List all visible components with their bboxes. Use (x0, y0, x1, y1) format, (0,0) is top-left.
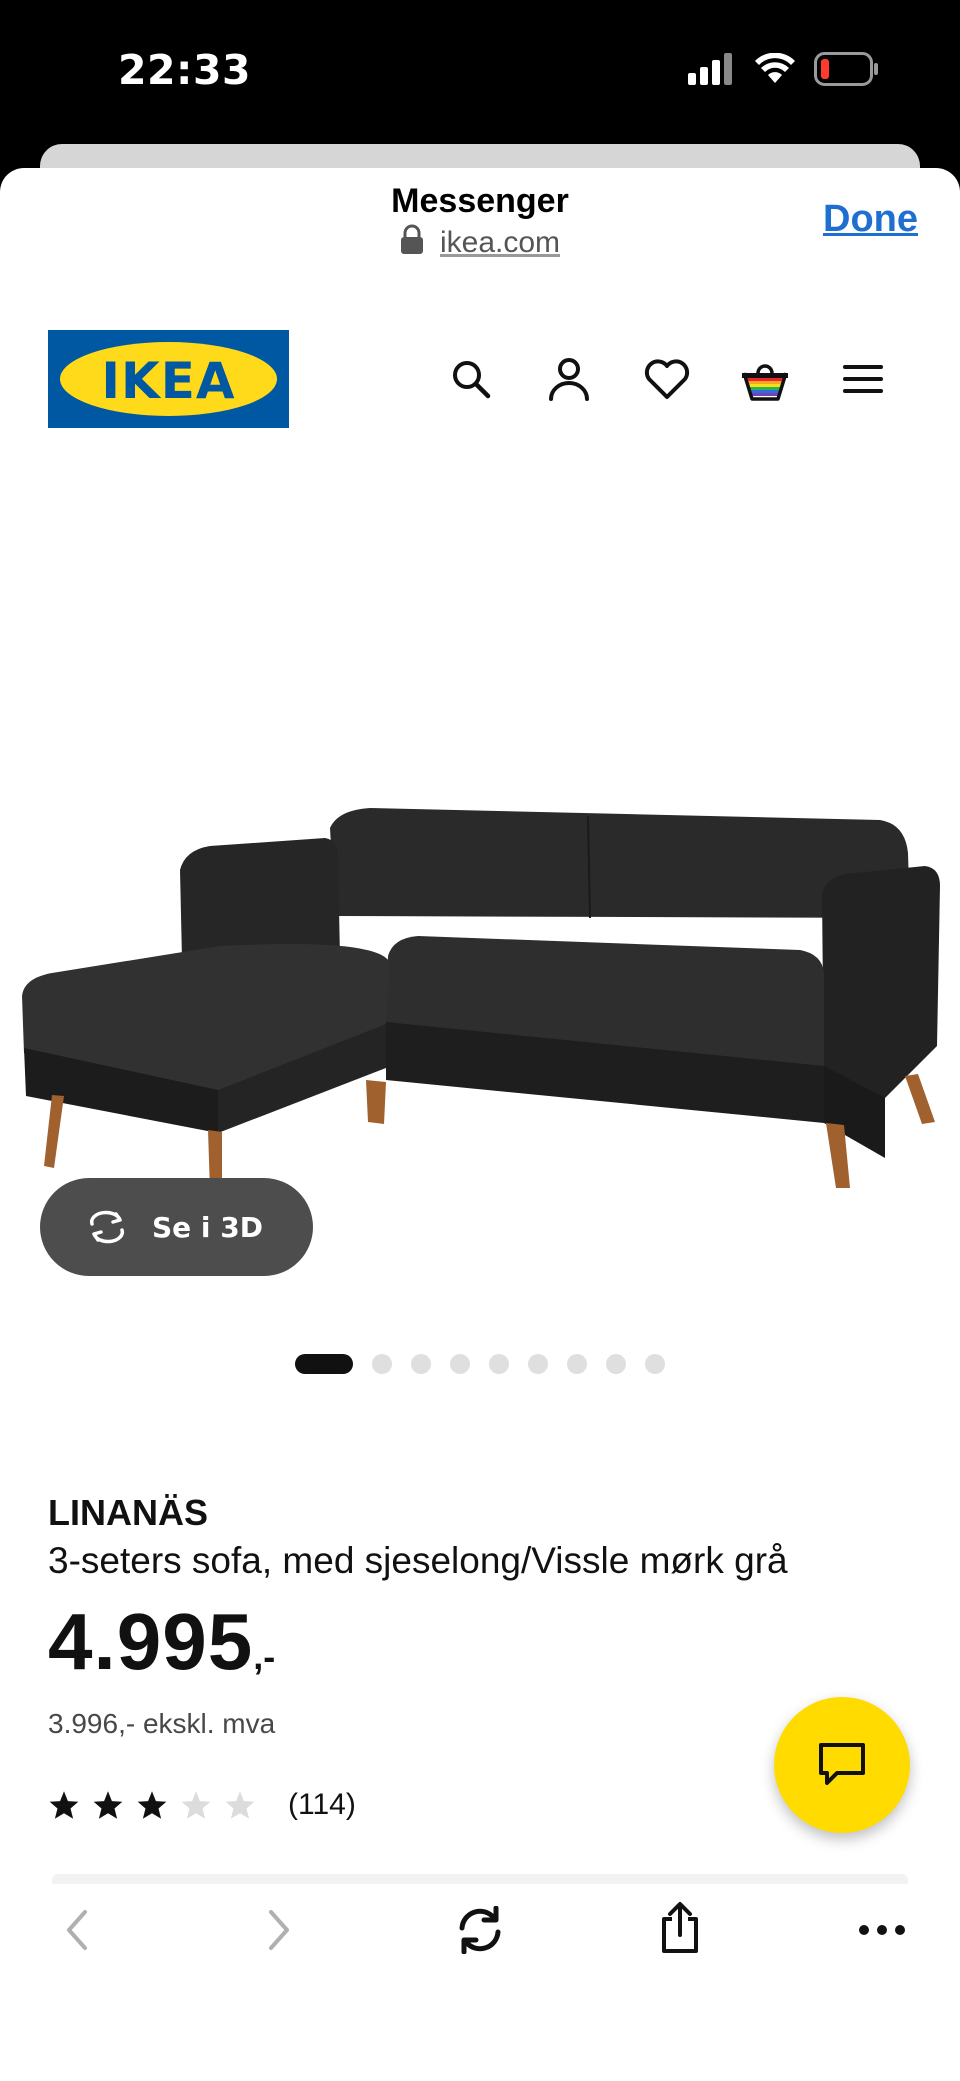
back-icon[interactable] (46, 1900, 106, 1960)
rotate-3d-icon (89, 1210, 125, 1244)
star-filled-icon (49, 1791, 79, 1819)
gallery-dot[interactable] (372, 1354, 392, 1374)
status-icons (688, 52, 880, 86)
url-bar[interactable]: ikea.com (0, 224, 960, 262)
share-icon[interactable] (650, 1898, 710, 1958)
profile-icon[interactable] (544, 354, 594, 404)
star-empty-icon (181, 1791, 211, 1819)
gallery-dot[interactable] (567, 1354, 587, 1374)
logo-text: IKEA (101, 352, 236, 410)
more-icon[interactable] (852, 1900, 912, 1960)
cart-icon[interactable] (740, 354, 790, 404)
status-time: 22:33 (118, 46, 252, 94)
cellular-signal-icon (688, 53, 732, 85)
lock-icon (400, 224, 424, 262)
product-image[interactable] (0, 628, 960, 1193)
forward-icon[interactable] (250, 1900, 310, 1960)
reload-icon[interactable] (450, 1900, 510, 1960)
price-main: 4.995 (48, 1597, 254, 1686)
wifi-icon (755, 53, 795, 83)
browser-header: Messenger ikea.com Done (0, 168, 960, 268)
star-empty-icon (225, 1791, 255, 1819)
view-3d-button[interactable]: Se i 3D (40, 1178, 313, 1276)
product-description: 3-seters sofa, med sjeselong/Vissle mørk… (48, 1540, 788, 1581)
search-icon[interactable] (446, 354, 496, 404)
url-text: ikea.com (439, 226, 561, 259)
gallery-dot[interactable] (528, 1354, 548, 1374)
gallery-dot[interactable] (606, 1354, 626, 1374)
view-3d-label: Se i 3D (152, 1210, 263, 1244)
gallery-dot[interactable] (489, 1354, 509, 1374)
menu-icon[interactable] (838, 354, 888, 404)
gallery-dot[interactable] (450, 1354, 470, 1374)
price-excl-vat: 3.996,- ekskl. mva (48, 1708, 276, 1739)
product-rating[interactable]: (114) (48, 1788, 356, 1822)
chat-icon (819, 1743, 865, 1785)
product-price: 4.995,- (48, 1596, 275, 1688)
browser-sheet: Messenger ikea.com Done IKEA Se i 3D LIN… (0, 168, 960, 2081)
review-count: (114) (288, 1788, 356, 1821)
battery-icon (814, 52, 878, 86)
done-button[interactable]: Done (823, 198, 918, 241)
gallery-dot[interactable] (411, 1354, 431, 1374)
gallery-dot[interactable] (295, 1354, 353, 1374)
gallery-indicator (0, 1354, 960, 1374)
ikea-logo[interactable]: IKEA (48, 330, 289, 428)
status-bar: 22:33 (0, 0, 960, 140)
star-filled-icon (93, 1791, 123, 1819)
heart-icon[interactable] (642, 354, 692, 404)
product-name: LINANÄS (48, 1492, 208, 1533)
chat-button[interactable] (774, 1697, 910, 1833)
gallery-dot[interactable] (645, 1354, 665, 1374)
star-filled-icon (137, 1791, 167, 1819)
browser-title: Messenger (391, 182, 569, 220)
price-suffix: ,- (253, 1636, 276, 1677)
